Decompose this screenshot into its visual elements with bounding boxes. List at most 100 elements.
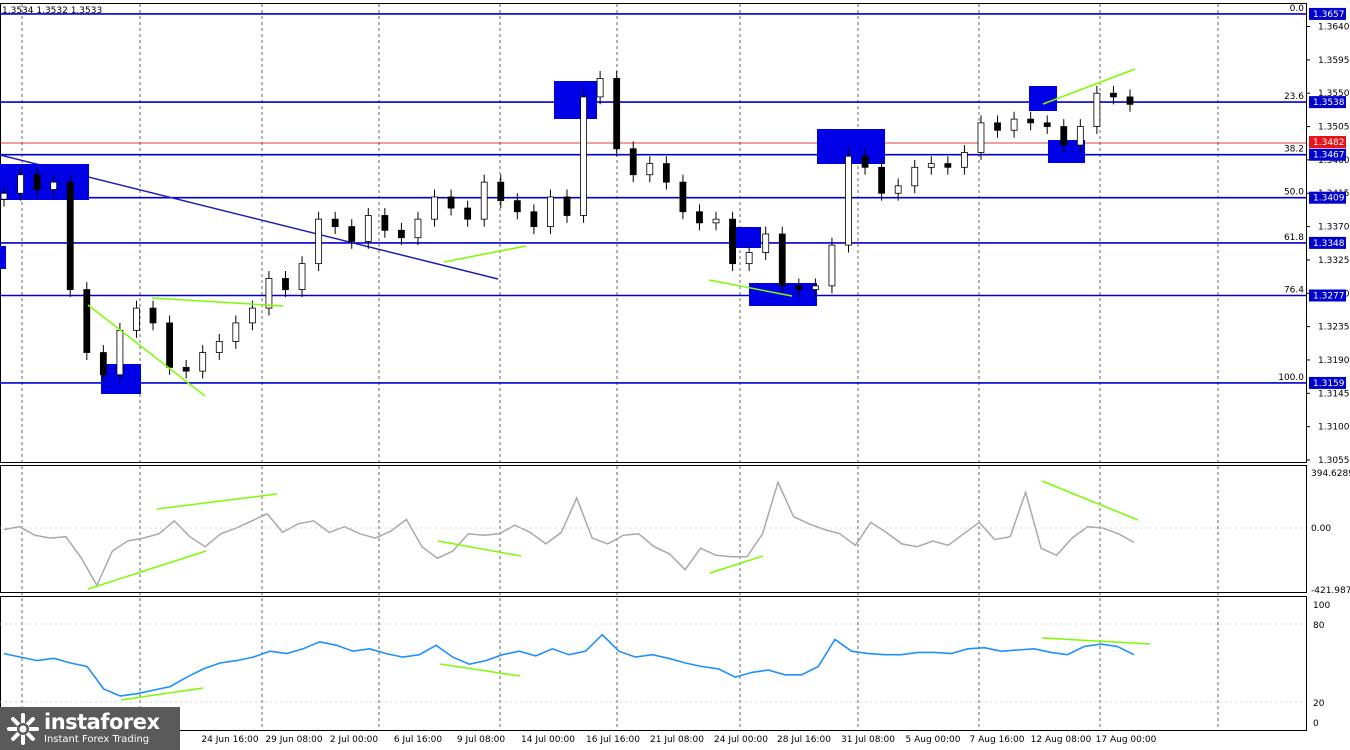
fib-ratio-label: 76.4 xyxy=(1284,286,1304,296)
candle-body xyxy=(464,207,472,220)
divergence-line xyxy=(156,493,278,510)
time-tick-label: 29 Jun 08:00 xyxy=(265,735,322,745)
candle-body xyxy=(927,163,935,168)
fib-ratio-label: 23.6 xyxy=(1284,92,1304,102)
time-tick-label: 9 Jul 08:00 xyxy=(457,735,506,745)
main-panel-frame xyxy=(0,3,1307,463)
candle-body xyxy=(182,366,190,372)
candle-body xyxy=(1043,122,1051,127)
candle-body xyxy=(1010,118,1018,131)
divergence-lines xyxy=(87,68,1151,701)
divergence-line xyxy=(443,245,527,263)
candle-body xyxy=(1126,96,1134,105)
candle-body xyxy=(911,166,919,187)
fib-ratio-label: 50.0 xyxy=(1284,188,1304,198)
candle-body xyxy=(845,155,852,246)
rsi-line xyxy=(3,633,1135,697)
candle-body xyxy=(745,252,753,265)
cci-axis-top: 394.6289 xyxy=(1311,469,1350,479)
candle-body xyxy=(712,218,720,224)
price-tick-label: 1.3595 xyxy=(1318,56,1350,66)
candle-body xyxy=(133,307,140,331)
time-tick-label: 2 Jul 00:00 xyxy=(330,735,379,745)
candle-body xyxy=(662,163,670,183)
fib-ratio-label: 61.8 xyxy=(1284,233,1304,243)
cci-indicator xyxy=(3,480,1135,588)
candle-body xyxy=(83,289,91,353)
candle-body xyxy=(398,229,405,239)
candle-body xyxy=(232,322,240,342)
candle-body xyxy=(381,215,389,231)
cci-panel-frame xyxy=(0,465,1307,593)
candle-body xyxy=(547,196,554,227)
time-tick-label: 16 Jul 16:00 xyxy=(586,735,640,745)
fib-ratio-label: 0.0 xyxy=(1290,4,1305,14)
candle-body xyxy=(298,263,306,290)
zone-box xyxy=(1029,86,1057,111)
candle-body xyxy=(629,148,637,176)
fib-ratio-label: 38.2 xyxy=(1284,145,1304,155)
time-tick-label: 12 Aug 08:00 xyxy=(1031,735,1092,745)
time-tick-label: 14 Jul 00:00 xyxy=(521,735,575,745)
candle-body xyxy=(1027,118,1035,124)
price-tick-label: 1.3100 xyxy=(1318,423,1350,433)
time-tick-label: 6 Jul 16:00 xyxy=(394,735,443,745)
zone-box xyxy=(0,164,89,200)
candle-body xyxy=(878,166,886,194)
candle-body xyxy=(99,352,107,376)
candle-body xyxy=(215,341,223,353)
divergence-line xyxy=(1041,480,1139,521)
candle-body xyxy=(1110,92,1117,98)
candle-body xyxy=(513,200,521,213)
candle-body xyxy=(944,163,952,168)
price-tick-label: 1.3370 xyxy=(1318,223,1350,233)
candle-body xyxy=(33,174,41,190)
time-tick-label: 31 Jul 08:00 xyxy=(841,735,895,745)
fib-price-label: 1.3348 xyxy=(1313,239,1345,249)
candle-body xyxy=(116,329,124,376)
candle-body xyxy=(1060,126,1068,146)
rsi-indicator xyxy=(3,633,1135,697)
time-tick-label: 24 Jul 00:00 xyxy=(714,735,768,745)
price-chart: 1.36401.35951.35501.35051.34601.34151.33… xyxy=(0,3,1350,745)
fib-price-label: 1.3467 xyxy=(1313,151,1345,161)
zone-boxes xyxy=(0,81,1085,394)
price-tick-label: 1.3055 xyxy=(1318,456,1350,466)
zone-box xyxy=(0,246,6,269)
logo-icon xyxy=(6,712,40,746)
rsi-axis-0: 0 xyxy=(1313,719,1319,729)
candle-body xyxy=(977,122,985,153)
price-tick-label: 1.3640 xyxy=(1318,23,1350,33)
candle-body xyxy=(994,122,1001,131)
fib-price-label: 1.3409 xyxy=(1313,194,1345,204)
time-tick-label: 5 Aug 00:00 xyxy=(906,735,961,745)
instaforex-logo: instaforex Instant Forex Trading xyxy=(0,707,180,750)
divergence-line xyxy=(151,297,284,307)
zone-box xyxy=(554,81,597,119)
candle-body xyxy=(50,181,58,190)
time-tick-label: 21 Jul 08:00 xyxy=(650,735,704,745)
price-tick-label: 1.3190 xyxy=(1318,356,1350,366)
fib-ratio-label: 100.0 xyxy=(1278,373,1304,383)
candle-body xyxy=(729,218,736,265)
rsi-axis-20: 20 xyxy=(1313,699,1325,709)
fib-price-label: 1.3277 xyxy=(1313,292,1345,302)
candle-body xyxy=(66,181,74,290)
candle-body xyxy=(480,181,488,220)
candle-body xyxy=(795,285,803,290)
current-price-label: 1.3482 xyxy=(1313,138,1345,148)
fib-price-label: 1.3657 xyxy=(1313,10,1345,20)
time-tick-label: 17 Aug 00:00 xyxy=(1096,735,1157,745)
time-tick-label: 7 Aug 16:00 xyxy=(970,735,1025,745)
candle-body xyxy=(762,233,770,253)
divergence-line xyxy=(439,663,521,677)
candle-body xyxy=(580,96,587,216)
time-axis: 24 Jun 16:00 29 Jun 08:00 2 Jul 00:00 6 Jul… xyxy=(201,735,1156,745)
candle-body xyxy=(894,185,902,194)
candle-body xyxy=(166,322,173,368)
divergence-line xyxy=(87,550,207,590)
candle-body xyxy=(265,278,273,309)
candle-body xyxy=(414,218,422,239)
candle-body xyxy=(364,215,372,242)
candle-body xyxy=(431,196,438,220)
